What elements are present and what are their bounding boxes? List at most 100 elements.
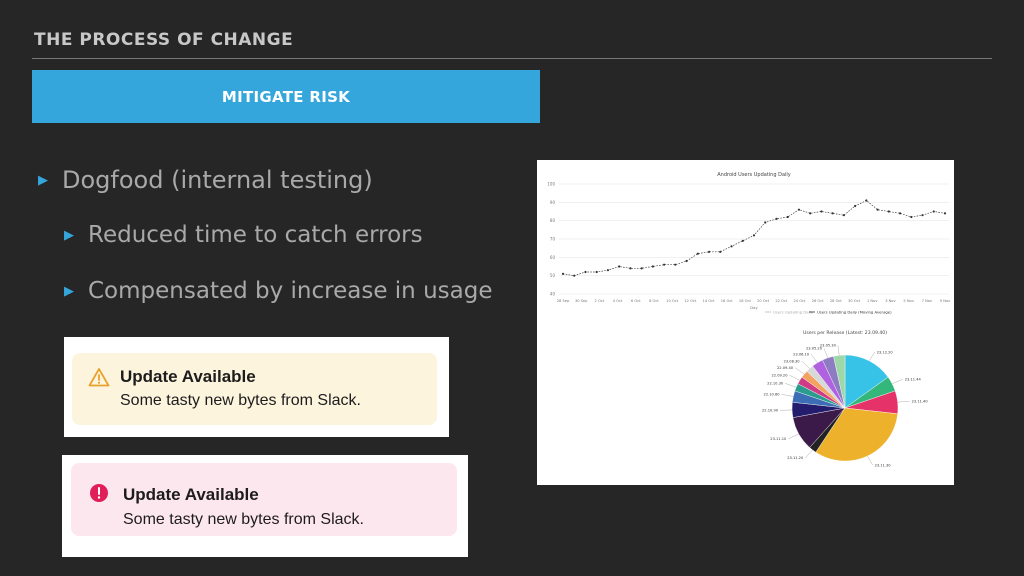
x-tick-label: 22 Oct bbox=[775, 299, 788, 303]
data-point bbox=[865, 199, 868, 202]
bullet-marker-icon: ▶ bbox=[38, 172, 48, 188]
x-tick-label: 2 Oct bbox=[595, 299, 605, 303]
pie-slice-label: 22.10.90 bbox=[762, 409, 779, 413]
data-point bbox=[898, 212, 902, 215]
y-tick-label: 80 bbox=[550, 218, 556, 223]
pie-leader-line bbox=[789, 375, 800, 381]
bullet-text: Compensated by increase in usage bbox=[88, 278, 493, 304]
x-tick-label: 3 Nov bbox=[885, 299, 896, 303]
y-tick-label: 50 bbox=[550, 273, 556, 278]
warning-icon bbox=[88, 367, 110, 392]
pie-leader-line bbox=[805, 449, 813, 459]
pie-leader-line bbox=[781, 394, 794, 397]
data-point bbox=[629, 267, 632, 270]
legend-entry: Users Updating Daily (Moving Average) bbox=[817, 310, 892, 315]
error-icon bbox=[89, 483, 109, 508]
charts-svg: Android Users Updating Daily 40 50 60 70 80 90… bbox=[547, 172, 951, 467]
bullet-marker-icon: ▶ bbox=[64, 283, 74, 299]
x-tick-label: 10 Oct bbox=[666, 299, 679, 303]
banner-label: MITIGATE RISK bbox=[221, 87, 351, 106]
y-tick-label: 70 bbox=[550, 237, 556, 242]
pie-leader-line bbox=[801, 360, 810, 369]
data-point bbox=[595, 270, 598, 274]
series-line bbox=[562, 200, 946, 277]
slide-heading: THE PROCESS OF CHANGE bbox=[34, 30, 294, 50]
x-tick-label: 14 Oct bbox=[703, 299, 716, 303]
bullet-compensated: ▶ Compensated by increase in usage bbox=[64, 278, 492, 304]
mitigate-risk-banner: MITIGATE RISK bbox=[32, 70, 540, 123]
notice-title: Update Available bbox=[123, 485, 259, 504]
x-tick-label: 1 Nov bbox=[867, 299, 878, 303]
pie-slice-label: 22.10.30 bbox=[767, 382, 784, 386]
data-point bbox=[584, 270, 587, 274]
pie-leader-line bbox=[869, 351, 875, 361]
pie-slice-label: 23.08.30 bbox=[784, 359, 801, 363]
pie-leader-line bbox=[837, 345, 840, 356]
pie-chart-title: Users per Release (Latest: 23.09.40) bbox=[803, 330, 887, 336]
x-tick-label: 24 Oct bbox=[794, 299, 807, 303]
x-axis-label: Day bbox=[750, 305, 758, 310]
data-point bbox=[618, 265, 621, 268]
pie-slice-label: 23.11.10 bbox=[770, 437, 787, 441]
data-point bbox=[674, 263, 677, 266]
pie-slice-label: 22.09.40 bbox=[777, 366, 794, 370]
pie-slice-label: 23.11.40 bbox=[912, 399, 929, 403]
x-tick-label: 30 Sep bbox=[575, 299, 588, 303]
y-tick-label: 90 bbox=[550, 200, 556, 205]
x-tick-label: 7 Nov bbox=[922, 299, 933, 303]
notice-title: Update Available bbox=[120, 367, 256, 386]
update-warning-card: Update Available Some tasty new bytes fr… bbox=[64, 337, 449, 437]
heading-divider bbox=[32, 58, 992, 59]
data-point bbox=[842, 214, 845, 217]
x-tick-label: 12 Oct bbox=[684, 299, 697, 303]
bullet-marker-icon: ▶ bbox=[64, 227, 74, 243]
data-point bbox=[561, 272, 565, 275]
data-point bbox=[730, 245, 733, 248]
data-point bbox=[640, 267, 643, 270]
data-point bbox=[606, 269, 610, 272]
pie-leader-line bbox=[788, 433, 799, 440]
data-point bbox=[876, 208, 879, 211]
data-point bbox=[719, 250, 722, 253]
pie-leader-line bbox=[823, 348, 829, 358]
pie-leader-line bbox=[794, 367, 805, 375]
y-tick-label: 40 bbox=[550, 292, 556, 297]
update-error-notice[interactable]: Update Available Some tasty new bytes fr… bbox=[71, 463, 457, 536]
x-tick-label: 20 Oct bbox=[757, 299, 770, 303]
chart-screenshot: Android Users Updating Daily 40 50 60 70 80 90… bbox=[537, 160, 954, 485]
bullet-text: Dogfood (internal testing) bbox=[62, 166, 373, 194]
data-point bbox=[685, 259, 688, 263]
x-tick-label: 4 Oct bbox=[613, 299, 623, 303]
pie-slice-label: 23.11.44 bbox=[905, 377, 922, 381]
data-point bbox=[651, 265, 654, 268]
notice-body: Some tasty new bytes from Slack. bbox=[120, 392, 361, 409]
pie-leader-line bbox=[810, 354, 818, 363]
x-tick-label: 5 Nov bbox=[903, 299, 914, 303]
data-point bbox=[797, 208, 801, 211]
notice-body: Some tasty new bytes from Slack. bbox=[123, 511, 364, 528]
data-point bbox=[921, 214, 924, 217]
data-point bbox=[573, 274, 576, 277]
data-point bbox=[752, 234, 756, 237]
data-point bbox=[764, 221, 767, 224]
line-chart-title: Android Users Updating Daily bbox=[717, 172, 791, 178]
data-point bbox=[707, 250, 711, 253]
x-tick-label: 6 Oct bbox=[631, 299, 641, 303]
data-point bbox=[696, 252, 699, 255]
legend-entry: Users Updating Daily bbox=[773, 310, 814, 315]
pie-slice-label: 23.12.20 bbox=[877, 350, 894, 354]
pie-leader-line bbox=[867, 455, 873, 466]
x-tick-label: 18 Oct bbox=[739, 299, 752, 303]
update-warning-notice[interactable]: Update Available Some tasty new bytes fr… bbox=[72, 353, 437, 425]
x-tick-label: 16 Oct bbox=[721, 299, 734, 303]
data-point bbox=[663, 263, 666, 266]
data-point bbox=[820, 210, 823, 213]
pie-leader-line bbox=[892, 379, 903, 384]
bullet-text: Reduced time to catch errors bbox=[88, 222, 423, 248]
bullet-reduced-time: ▶ Reduced time to catch errors bbox=[64, 222, 423, 248]
pie-slice-label: 23.11.20 bbox=[787, 456, 804, 460]
pie-leader-line bbox=[897, 400, 910, 403]
pie-leader-line bbox=[785, 383, 797, 388]
bullet-dogfood: ▶ Dogfood (internal testing) bbox=[38, 166, 373, 194]
data-point bbox=[943, 212, 947, 215]
